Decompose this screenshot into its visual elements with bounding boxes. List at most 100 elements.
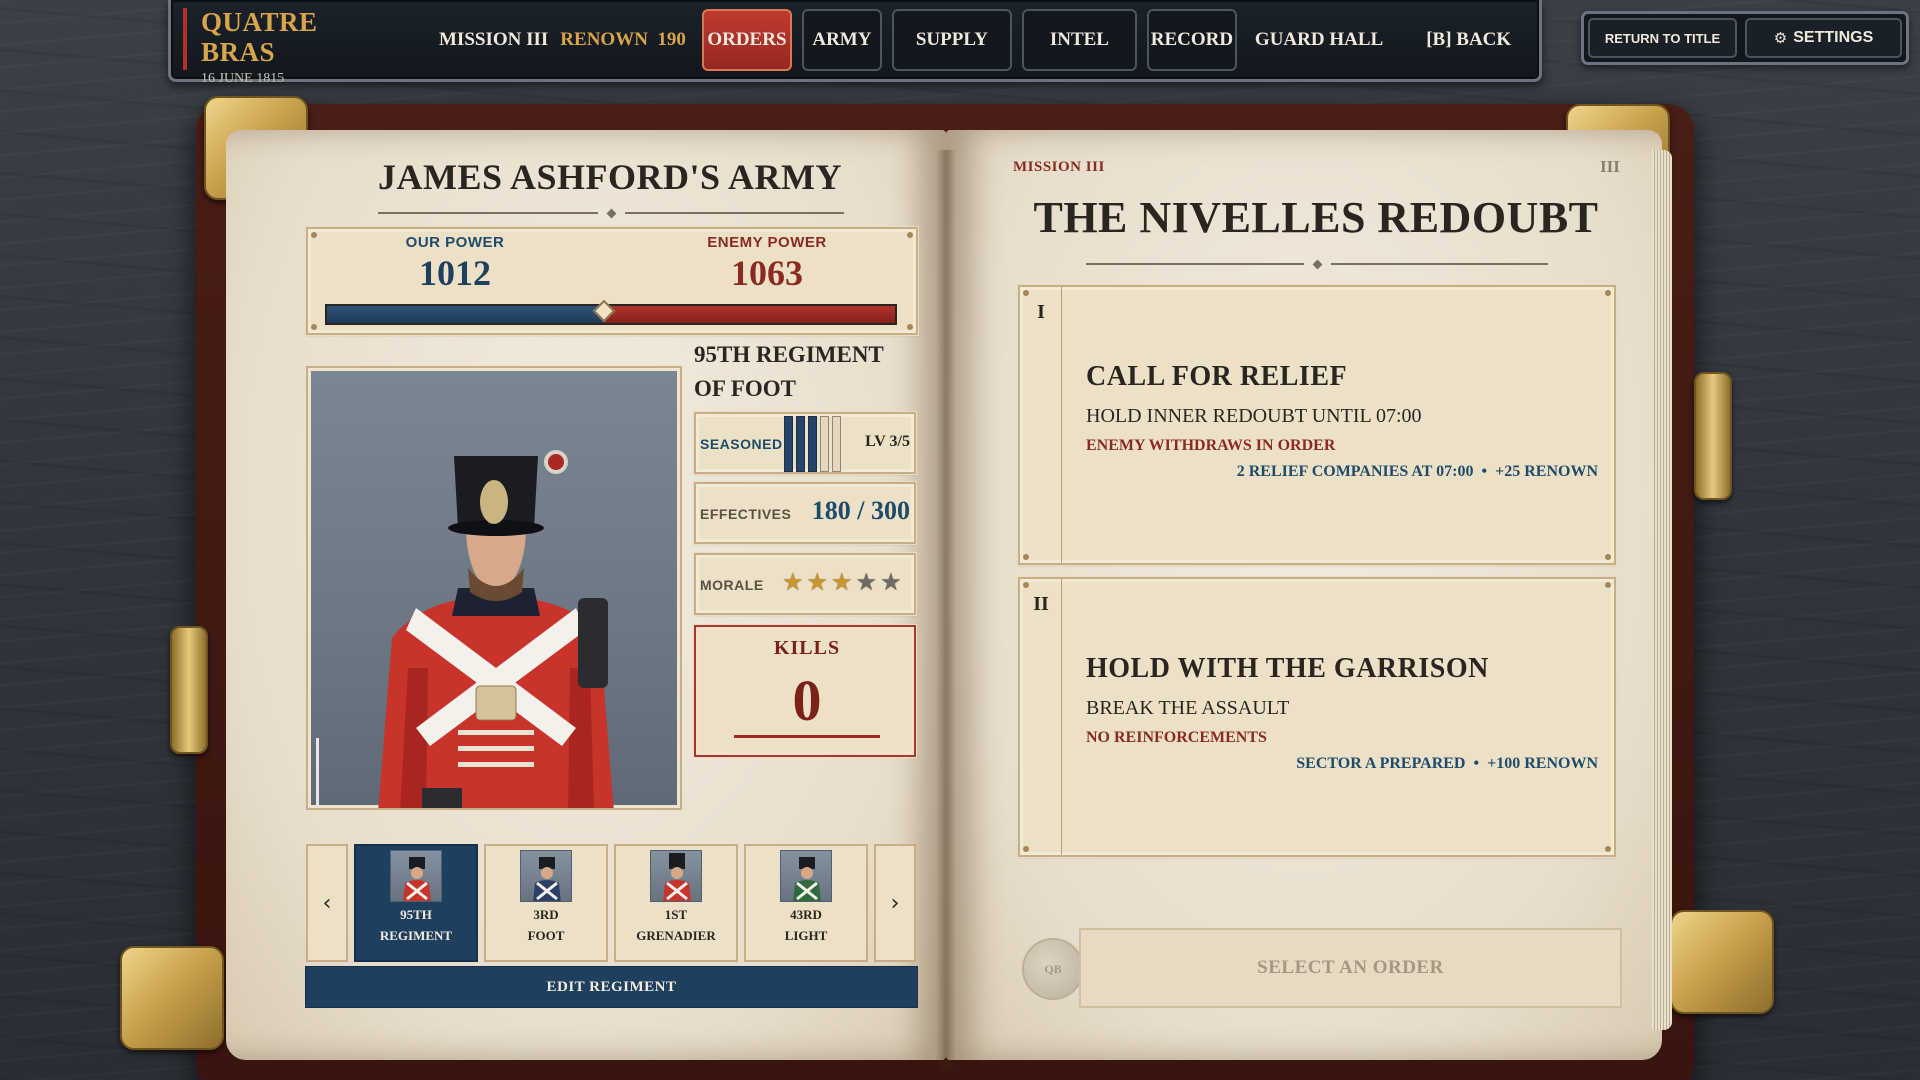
order-reward: SECTOR A PREPARED • +100 RENOWN (1296, 755, 1598, 772)
reward-renown: +100 RENOWN (1487, 755, 1598, 772)
chevron-left-icon: ‹ (322, 890, 332, 916)
kills-value: 0 (792, 668, 822, 733)
experience-panel: SEASONED LV 3/5 (693, 411, 917, 475)
tab-intel[interactable]: INTEL (1021, 9, 1137, 71)
brass-corner-bottom-right (1670, 910, 1774, 1014)
power-balance-bar (325, 299, 897, 325)
unit-card-95th-regiment[interactable]: 95TH REGIMENT (354, 844, 478, 962)
effectives-label: EFFECTIVES (700, 506, 792, 522)
unit-label-line1: 95TH (400, 907, 432, 922)
reward-primary: SECTOR A PREPARED (1296, 755, 1466, 772)
order-title: CALL FOR RELIEF (1086, 361, 1348, 392)
kills-panel: KILLS 0 (693, 624, 917, 758)
our-power-fill (327, 306, 604, 323)
back-button[interactable]: [B] BACK (1426, 29, 1511, 51)
brass-corner-bottom-left (120, 946, 224, 1050)
enemy-power-fill (604, 306, 895, 323)
mission-title: THE NIVELLES REDOUBT (1033, 193, 1599, 242)
reward-primary: 2 RELIEF COMPANIES AT 07:00 (1236, 463, 1474, 480)
guard-hall-link[interactable]: GUARD HALL (1255, 29, 1383, 51)
settings-label: SETTINGS (1793, 29, 1874, 46)
kills-label: KILLS (773, 637, 841, 659)
unit-label-line2: FOOT (527, 928, 565, 943)
army-title: JAMES ASHFORD'S ARMY (377, 157, 843, 197)
unit-label-line1: 3RD (533, 907, 559, 922)
order-objective: BREAK THE ASSAULT (1086, 697, 1290, 719)
order-condition: ENEMY WITHDRAWS IN ORDER (1086, 437, 1336, 454)
mission-indicator: MISSION III (439, 29, 549, 50)
effectives-panel: EFFECTIVES 180 / 300 (693, 481, 917, 545)
top-nav-bar: QUATRE BRAS 16 JUNE 1815 MISSION III REN… (168, 0, 1542, 86)
unit-label-line2: GRENADIER (636, 928, 716, 943)
tab-record[interactable]: RECORD (1146, 9, 1237, 71)
experience-bar (820, 416, 829, 472)
order-title: HOLD WITH THE GARRISON (1086, 653, 1489, 684)
chevron-right-icon: › (890, 890, 900, 916)
regiment-selector: ‹ 95TH REGIMENT 3RD FOOT 1ST GRENADIER 43RD… (306, 844, 916, 962)
order-objective: HOLD INNER REDOUBT UNTIL 07:00 (1086, 405, 1422, 427)
seasoned-label: SEASONED (700, 436, 783, 452)
experience-bar (832, 416, 841, 472)
morale-label: MORALE (700, 577, 764, 593)
unit-thumb-redcoat (390, 850, 442, 902)
book-spine (936, 150, 956, 1070)
order-condition: NO REINFORCEMENTS (1086, 729, 1267, 746)
campaign-date: 16 JUNE 1815 (201, 71, 285, 87)
campaign-title: QUATRE BRAS (201, 7, 318, 67)
page-edges (1652, 150, 1672, 1030)
renown-label: RENOWN (560, 29, 648, 50)
star-filled-icon: ★ (782, 570, 804, 596)
level-value: LV 3/5 (865, 433, 910, 450)
morale-panel: MORALE ★ ★ ★ ★ ★ (693, 552, 917, 616)
edit-regiment-button[interactable]: EDIT REGIMENT (305, 966, 918, 1008)
unit-label-line1: 1ST (664, 907, 688, 922)
unit-label-line1: 43RD (790, 907, 822, 922)
tab-army[interactable]: ARMY (801, 9, 882, 71)
morale-stars: ★ ★ ★ ★ ★ (782, 569, 902, 597)
next-regiment-button[interactable]: › (874, 844, 916, 962)
reward-renown: +25 RENOWN (1495, 463, 1598, 480)
prev-regiment-button[interactable]: ‹ (306, 844, 348, 962)
unit-thumb-bluecoat (520, 850, 572, 902)
page-number: III (1600, 157, 1620, 176)
system-bar: RETURN TO TITLE ⚙ SETTINGS (1581, 11, 1909, 65)
effectives-value: 180 / 300 (811, 496, 910, 525)
unit-card-1st-grenadier[interactable]: 1ST GRENADIER (614, 844, 738, 962)
unit-thumb-grenadier (650, 850, 702, 902)
our-power-label: OUR POWER (405, 234, 505, 251)
mission-title-divider (1086, 258, 1548, 270)
unit-card-3rd-foot[interactable]: 3RD FOOT (484, 844, 608, 962)
star-empty-icon: ★ (855, 570, 878, 596)
experience-bar (784, 416, 793, 472)
order-number: II (1033, 593, 1049, 615)
star-empty-icon: ★ (880, 570, 902, 596)
renown-value: 190 (657, 29, 686, 50)
unit-thumb-greencoat (780, 850, 832, 902)
campaign-brand: QUATRE BRAS 16 JUNE 1815 (183, 7, 383, 86)
tab-supply[interactable]: SUPPLY (891, 9, 1012, 71)
settings-button[interactable]: ⚙ SETTINGS (1745, 18, 1902, 58)
order-card-1[interactable]: I CALL FOR RELIEF HOLD INNER REDOUBT UNT… (1017, 284, 1617, 566)
gear-icon: ⚙ (1773, 29, 1788, 47)
brass-clasp-left (170, 626, 208, 754)
return-to-title-button[interactable]: RETURN TO TITLE (1588, 18, 1738, 58)
enemy-power-label: ENEMY POWER (707, 234, 827, 251)
mission-label: MISSION III (1013, 159, 1105, 175)
wax-seal-icon: QB (1022, 938, 1084, 1000)
brass-clasp-right (1694, 372, 1732, 500)
our-power-value: 1012 (419, 253, 491, 293)
star-filled-icon: ★ (831, 570, 853, 596)
unit-label-line2: REGIMENT (379, 928, 453, 943)
select-order-button[interactable]: SELECT AN ORDER (1079, 928, 1622, 1008)
order-reward: 2 RELIEF COMPANIES AT 07:00 • +25 RENOWN (1236, 463, 1598, 480)
order-number: I (1037, 301, 1045, 323)
order-card-2[interactable]: II HOLD WITH THE GARRISON BREAK THE ASSA… (1017, 576, 1617, 858)
soldier-portrait-image (316, 450, 614, 808)
experience-bar (808, 416, 817, 472)
unit-label-line2: LIGHT (784, 928, 828, 943)
regiment-portrait (306, 366, 682, 810)
main-nav: MISSION III RENOWN 190 ORDERS ARMY SUPPL… (433, 9, 1511, 71)
unit-card-43rd-light[interactable]: 43RD LIGHT (744, 844, 868, 962)
tab-orders[interactable]: ORDERS (701, 9, 792, 71)
experience-bars (784, 416, 841, 472)
